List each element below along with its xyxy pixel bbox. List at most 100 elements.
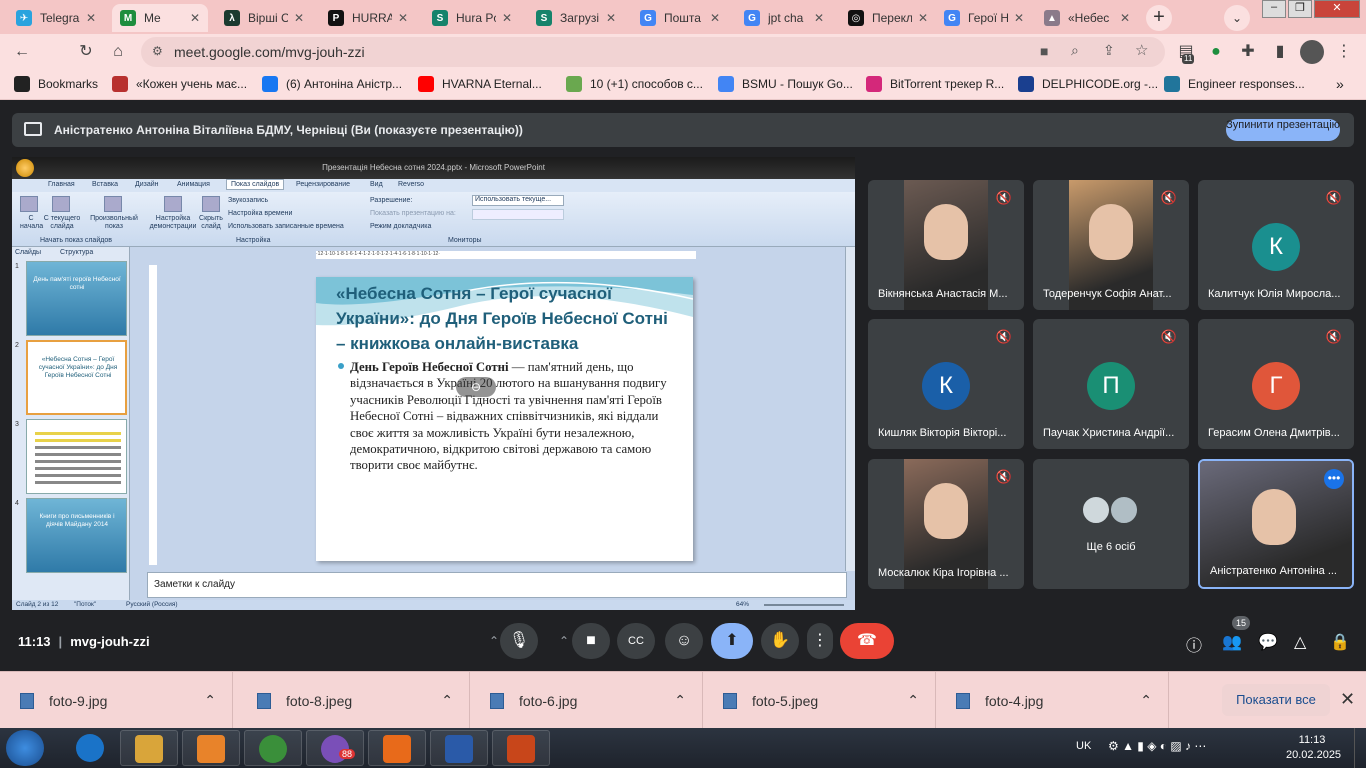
download-menu-icon[interactable]: ⌃: [441, 692, 453, 709]
download-menu-icon[interactable]: ⌃: [204, 692, 216, 709]
tab-6[interactable]: G Пошта ✕: [632, 4, 728, 32]
vertical-scrollbar[interactable]: [845, 247, 855, 571]
slide-thumbnail[interactable]: День пам'яті героїв Небесної сотні: [26, 261, 127, 336]
zoom-level[interactable]: 64%: [736, 601, 749, 608]
tab-8[interactable]: ◎ Перекл ✕: [840, 4, 936, 32]
leave-call-button[interactable]: ☎: [840, 623, 894, 659]
host-controls-icon[interactable]: 🔒: [1330, 632, 1350, 652]
tab-close-icon[interactable]: ✕: [1120, 11, 1130, 25]
participant-tile[interactable]: 🔇 Тодеренчук Софія Анат...: [1033, 180, 1189, 310]
ribbon-tab[interactable]: Вид: [370, 181, 383, 188]
url-text[interactable]: meet.google.com/mvg-jouh-zzi: [174, 44, 365, 60]
download-menu-icon[interactable]: ⌃: [1140, 692, 1152, 709]
bookmark-item[interactable]: DELPHICODE.org -...: [1018, 76, 1158, 92]
tab-close-icon[interactable]: ✕: [502, 11, 512, 25]
menu-icon[interactable]: ⋮: [1334, 42, 1354, 62]
download-item[interactable]: foto-9.jpg ⌃: [0, 672, 233, 729]
bookmarks-overflow-icon[interactable]: »: [1336, 76, 1344, 92]
tab-4[interactable]: S Hura Pc ✕: [424, 4, 520, 32]
captions-button[interactable]: CC: [617, 623, 655, 659]
taskbar-explorer-icon[interactable]: [120, 730, 178, 766]
tab-search-icon[interactable]: ⌄: [1224, 5, 1250, 31]
people-icon[interactable]: 👥: [1222, 632, 1242, 652]
ribbon-tab[interactable]: Рецензирование: [296, 181, 350, 188]
tab-1[interactable]: M Me ✕: [112, 4, 208, 32]
present-button[interactable]: ⬆: [711, 623, 753, 659]
bookmark-item[interactable]: Engineer responses...: [1164, 76, 1305, 92]
back-icon[interactable]: ←: [12, 42, 32, 62]
tile-more-options-icon[interactable]: •••: [1324, 469, 1344, 489]
tab-5[interactable]: S Загрузі ✕: [528, 4, 624, 32]
ribbon-tab[interactable]: Главная: [48, 181, 75, 188]
grammarly-icon[interactable]: ●: [1206, 42, 1226, 62]
taskbar-powerpoint-icon[interactable]: [492, 730, 550, 766]
camera-button[interactable]: ■: [572, 623, 610, 659]
profile-avatar[interactable]: [1300, 40, 1324, 64]
new-tab-button[interactable]: +: [1146, 5, 1172, 31]
ribbon-tab[interactable]: Показ слайдов: [226, 179, 285, 190]
show-all-downloads-button[interactable]: Показати все: [1222, 684, 1330, 716]
download-menu-icon[interactable]: ⌃: [674, 692, 686, 709]
resolution-select[interactable]: Использовать текуще...: [472, 195, 564, 206]
site-info-icon[interactable]: ⚙: [152, 44, 163, 58]
tab-close-icon[interactable]: ✕: [606, 11, 616, 25]
participant-tile[interactable]: Г 🔇 Герасим Олена Дмитрів...: [1198, 319, 1354, 449]
bookmark-item[interactable]: BitTorrent трекер R...: [866, 76, 1004, 92]
tab-close-icon[interactable]: ✕: [918, 11, 928, 25]
keyboard-language[interactable]: UK: [1076, 740, 1091, 752]
participant-tile[interactable]: 🔇 Вікнянська Анастасія М...: [868, 180, 1024, 310]
download-menu-icon[interactable]: ⌃: [907, 692, 919, 709]
pane-tab-slides[interactable]: Слайды: [15, 249, 41, 256]
ribbon-tab[interactable]: Reverso: [398, 181, 424, 188]
side-panel-icon[interactable]: ▮: [1270, 42, 1290, 62]
tab-10[interactable]: ▲ «Небес ✕: [1036, 4, 1138, 32]
slide-thumbnail[interactable]: Книги про письменників і діячів Майдану …: [26, 498, 127, 573]
show-on-select[interactable]: [472, 209, 564, 220]
use-timings-checkbox[interactable]: Использовать записанные времена: [228, 223, 344, 230]
from-current-button[interactable]: С текущего слайда: [42, 215, 82, 231]
from-start-button[interactable]: С начала: [20, 215, 43, 231]
tray-icons[interactable]: ⚙ ▲ ▮ ◈ ◐ ▨ ♪ ⋯: [1108, 739, 1206, 753]
more-options-icon[interactable]: ⋮: [807, 623, 833, 659]
zoom-slider[interactable]: [764, 604, 844, 606]
zoom-icon[interactable]: ⌕: [1071, 42, 1079, 59]
meeting-info-icon[interactable]: ⓘ: [1186, 632, 1202, 656]
tab-close-icon[interactable]: ✕: [294, 11, 304, 25]
participant-tile[interactable]: Ще 6 осіб: [1033, 459, 1189, 589]
restore-icon[interactable]: ❐: [1288, 0, 1312, 18]
download-item[interactable]: foto-5.jpeg ⌃: [703, 672, 936, 729]
participant-tile[interactable]: 🔇 Москалюк Кіра Ігорівна ...: [868, 459, 1024, 589]
slide-thumbnail[interactable]: [26, 419, 127, 494]
tab-close-icon[interactable]: ✕: [1014, 11, 1024, 25]
taskbar-chrome-icon[interactable]: [244, 730, 302, 766]
start-button[interactable]: [6, 730, 44, 766]
pane-tab-outline[interactable]: Структура: [60, 249, 93, 256]
bookmark-item[interactable]: «Кожен учень має...: [112, 76, 247, 92]
tab-3[interactable]: P HURRA ✕: [320, 4, 416, 32]
download-item[interactable]: foto-6.jpg ⌃: [470, 672, 703, 729]
extensions-badge-icon[interactable]: ▤ 11: [1176, 42, 1196, 64]
office-button-icon[interactable]: [16, 159, 34, 177]
participant-tile[interactable]: П 🔇 Паучак Христина Андрії...: [1033, 319, 1189, 449]
puzzle-icon[interactable]: ✚: [1238, 42, 1258, 62]
tab-close-icon[interactable]: ✕: [86, 11, 96, 25]
ribbon-tab[interactable]: Вставка: [92, 181, 118, 188]
taskbar-viber-icon[interactable]: 88: [306, 730, 364, 766]
taskbar-word-icon[interactable]: [430, 730, 488, 766]
tab-7[interactable]: Gjpt cha ✕: [736, 4, 832, 32]
participant-tile[interactable]: ••• Аністратенко Антоніна ...: [1198, 459, 1354, 589]
bookmark-item[interactable]: Bookmarks: [14, 76, 98, 92]
minimize-icon[interactable]: –: [1262, 0, 1286, 18]
tab-close-icon[interactable]: ✕: [814, 11, 824, 25]
microphone-button[interactable]: 🎙: [500, 623, 538, 659]
ribbon-tab[interactable]: Анимация: [177, 181, 210, 188]
raise-hand-button[interactable]: ✋: [761, 623, 799, 659]
activities-icon[interactable]: △: [1294, 632, 1306, 652]
hide-slide-button[interactable]: Скрыть слайд: [198, 215, 224, 231]
presenter-view-checkbox[interactable]: Режим докладчика: [370, 223, 431, 230]
internet-explorer-icon[interactable]: [62, 730, 120, 766]
rehearse-timings-option[interactable]: Настройка времени: [228, 210, 292, 217]
bookmark-item[interactable]: (6) Антоніна Аністр...: [262, 76, 402, 92]
bookmark-item[interactable]: BSMU - Пошук Go...: [718, 76, 853, 92]
show-desktop-button[interactable]: [1354, 728, 1366, 768]
